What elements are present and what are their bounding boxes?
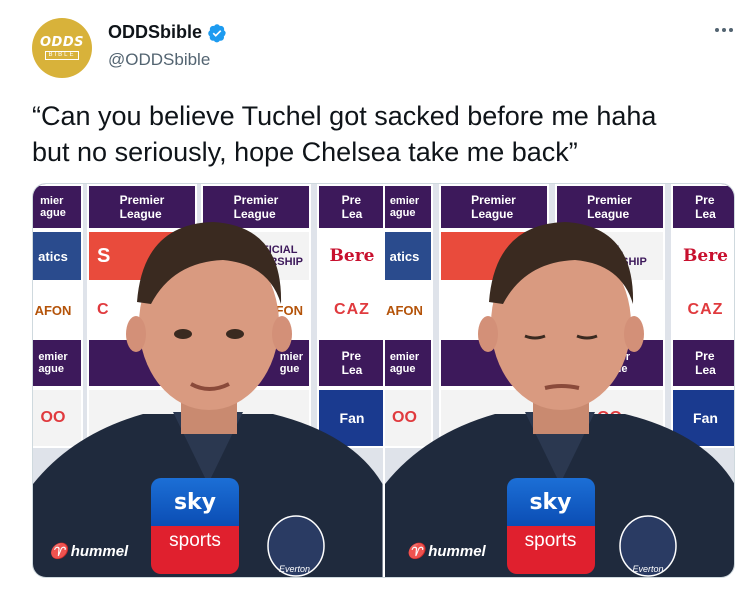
tweet-media[interactable]: mier ague Premier League Premier League …	[32, 183, 735, 578]
club-crest-label: Everton	[632, 564, 664, 574]
verified-badge-icon	[208, 23, 226, 42]
mic-sky-label: sky	[173, 489, 217, 515]
sky-sports-microphone: sky sports	[506, 478, 595, 574]
more-options-icon[interactable]	[712, 20, 736, 40]
kit-brand: ♈ hummel	[49, 542, 129, 561]
author-name-row: ODDSbible	[108, 22, 227, 43]
mic-sky-label: sky	[529, 489, 572, 515]
avatar[interactable]: ODDS BIBLE	[32, 18, 92, 78]
avatar-logo-bottom: BIBLE	[45, 51, 79, 60]
kit-brand: ♈ hummel	[406, 542, 486, 561]
tweet-card: ODDS BIBLE ODDSbible @ODDSbible “Can you…	[0, 0, 750, 603]
author-handle[interactable]: @ODDSbible	[108, 50, 210, 70]
hummel-icon: ♈	[406, 543, 426, 560]
media-frame-right[interactable]: emier ague Premier League Premier League…	[384, 184, 734, 577]
mic-sports-label: sports	[524, 530, 577, 551]
club-crest-label: Everton	[279, 564, 311, 574]
hummel-icon: ♈	[49, 543, 68, 560]
media-frame-left[interactable]: mier ague Premier League Premier League …	[33, 184, 383, 577]
avatar-logo-top: ODDS	[40, 35, 84, 50]
display-name[interactable]: ODDSbible	[108, 22, 202, 43]
mic-sports-label: sports	[169, 530, 221, 551]
kit-brand-label: hummel	[70, 542, 129, 560]
sky-sports-microphone: sky sports	[151, 478, 239, 574]
kit-brand-label: hummel	[428, 542, 486, 560]
tweet-text: “Can you believe Tuchel got sacked befor…	[32, 101, 657, 167]
